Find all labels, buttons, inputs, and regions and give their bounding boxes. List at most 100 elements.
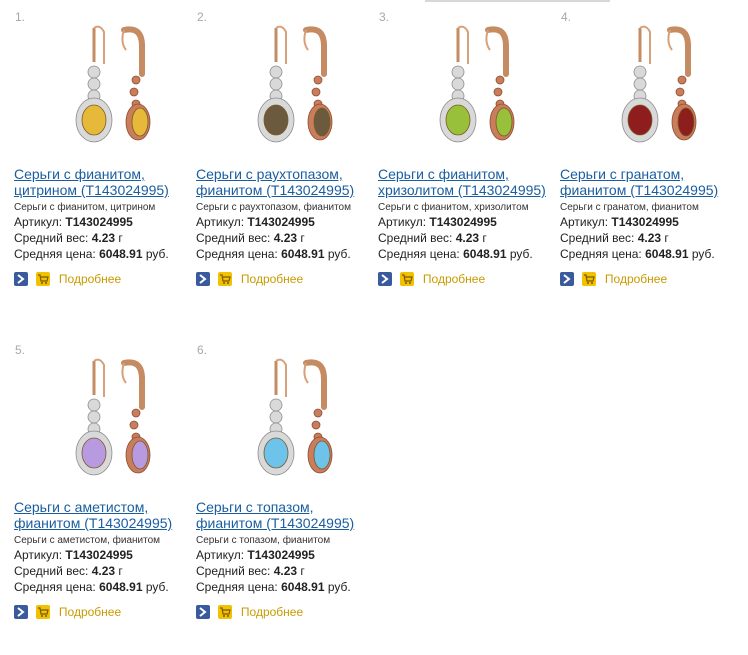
product-title-line2: фианитом (Т143024995) — [196, 182, 355, 198]
product-subtitle: Серьги с фианитом, цитрином — [14, 202, 156, 213]
price-value: 6048.91 — [645, 247, 689, 261]
product-title-link[interactable]: Серьги с аметистом, фианитом (Т143024995… — [14, 499, 194, 531]
price-value: 6048.91 — [99, 580, 143, 594]
article-label: Артикул: — [14, 215, 63, 229]
weight-line: Средний вес: 4.23 г — [560, 231, 669, 245]
price-line: Средняя цена: 6048.91 руб. — [560, 247, 715, 261]
cart-icon[interactable] — [218, 604, 233, 619]
product-actions: Подробнее — [14, 270, 121, 286]
product-title-line2: хризолитом (Т143024995) — [378, 182, 546, 198]
product-subtitle: Серьги с раухтопазом, фианитом — [196, 202, 351, 213]
more-details-link[interactable]: Подробнее — [241, 605, 303, 619]
cart-icon[interactable] — [400, 271, 415, 286]
weight-label: Средний вес: — [196, 564, 271, 578]
weight-unit: г — [118, 564, 123, 578]
weight-unit: г — [664, 231, 669, 245]
product-number: 1. — [15, 10, 26, 24]
product-title-line2: фианитом (Т143024995) — [196, 515, 355, 531]
product-actions: Подробнее — [378, 270, 485, 286]
price-label: Средняя цена: — [196, 580, 278, 594]
weight-value: 4.23 — [91, 564, 116, 578]
product-number: 5. — [15, 343, 26, 357]
price-unit: руб. — [145, 580, 169, 594]
article-label: Артикул: — [14, 548, 63, 562]
article-value: Т143024995 — [247, 548, 315, 562]
product-number: 4. — [561, 10, 572, 24]
weight-value: 4.23 — [273, 564, 298, 578]
weight-line: Средний вес: 4.23 г — [196, 564, 305, 578]
more-details-link[interactable]: Подробнее — [241, 272, 303, 286]
arrow-right-icon[interactable] — [196, 271, 210, 286]
weight-line: Средний вес: 4.23 г — [196, 231, 305, 245]
arrow-right-icon[interactable] — [14, 604, 28, 619]
product-title-link[interactable]: Серьги с раухтопазом, фианитом (Т1430249… — [196, 166, 376, 198]
price-unit: руб. — [327, 247, 351, 261]
earrings-image[interactable] — [236, 355, 356, 493]
top-divider — [425, 0, 610, 2]
product-subtitle: Серьги с фианитом, хризолитом — [378, 202, 529, 213]
product-title-link[interactable]: Серьги с фианитом, цитрином (Т143024995) — [14, 166, 194, 198]
product-subtitle: Серьги с топазом, фианитом — [196, 535, 331, 546]
article-line: Артикул: Т143024995 — [560, 215, 679, 229]
article-value: Т143024995 — [611, 215, 679, 229]
product-title-line1: Серьги с раухтопазом, — [196, 166, 343, 182]
product-title-line1: Серьги с фианитом, — [378, 166, 509, 182]
price-label: Средняя цена: — [560, 247, 642, 261]
price-value: 6048.91 — [281, 247, 325, 261]
product-actions: Подробнее — [196, 603, 303, 619]
earrings-image[interactable] — [600, 22, 720, 160]
product-subtitle: Серьги с гранатом, фианитом — [560, 202, 699, 213]
weight-label: Средний вес: — [560, 231, 635, 245]
product-title-line1: Серьги с гранатом, — [560, 166, 685, 182]
cart-icon[interactable] — [582, 271, 597, 286]
weight-value: 4.23 — [91, 231, 116, 245]
weight-label: Средний вес: — [196, 231, 271, 245]
price-line: Средняя цена: 6048.91 руб. — [14, 247, 169, 261]
product-subtitle: Серьги с аметистом, фианитом — [14, 535, 161, 546]
article-label: Артикул: — [378, 215, 427, 229]
weight-unit: г — [482, 231, 487, 245]
weight-line: Средний вес: 4.23 г — [14, 231, 123, 245]
article-label: Артикул: — [196, 215, 245, 229]
price-unit: руб. — [691, 247, 715, 261]
cart-icon[interactable] — [36, 604, 51, 619]
article-line: Артикул: Т143024995 — [196, 548, 315, 562]
earrings-image[interactable] — [418, 22, 538, 160]
product-title-link[interactable]: Серьги с фианитом, хризолитом (Т14302499… — [378, 166, 558, 198]
price-line: Средняя цена: 6048.91 руб. — [196, 580, 351, 594]
price-label: Средняя цена: — [14, 247, 96, 261]
weight-unit: г — [118, 231, 123, 245]
cart-icon[interactable] — [36, 271, 51, 286]
product-title-link[interactable]: Серьги с гранатом, фианитом (Т143024995) — [560, 166, 740, 198]
more-details-link[interactable]: Подробнее — [423, 272, 485, 286]
product-title-link[interactable]: Серьги с топазом, фианитом (Т143024995) — [196, 499, 376, 531]
more-details-link[interactable]: Подробнее — [59, 605, 121, 619]
price-label: Средняя цена: — [14, 580, 96, 594]
article-line: Артикул: Т143024995 — [196, 215, 315, 229]
price-value: 6048.91 — [99, 247, 143, 261]
arrow-right-icon[interactable] — [196, 604, 210, 619]
price-value: 6048.91 — [463, 247, 507, 261]
product-actions: Подробнее — [196, 270, 303, 286]
more-details-link[interactable]: Подробнее — [605, 272, 667, 286]
weight-unit: г — [300, 564, 305, 578]
earrings-image[interactable] — [236, 22, 356, 160]
weight-value: 4.23 — [455, 231, 480, 245]
cart-icon[interactable] — [218, 271, 233, 286]
product-number: 3. — [379, 10, 390, 24]
article-label: Артикул: — [196, 548, 245, 562]
arrow-right-icon[interactable] — [378, 271, 392, 286]
product-number: 2. — [197, 10, 208, 24]
earrings-image[interactable] — [54, 355, 174, 493]
price-unit: руб. — [145, 247, 169, 261]
earrings-image[interactable] — [54, 22, 174, 160]
arrow-right-icon[interactable] — [560, 271, 574, 286]
product-title-line2: цитрином (Т143024995) — [14, 182, 169, 198]
product-title-line2: фианитом (Т143024995) — [14, 515, 173, 531]
price-line: Средняя цена: 6048.91 руб. — [196, 247, 351, 261]
weight-label: Средний вес: — [14, 231, 89, 245]
arrow-right-icon[interactable] — [14, 271, 28, 286]
price-unit: руб. — [327, 580, 351, 594]
weight-value: 4.23 — [273, 231, 298, 245]
more-details-link[interactable]: Подробнее — [59, 272, 121, 286]
